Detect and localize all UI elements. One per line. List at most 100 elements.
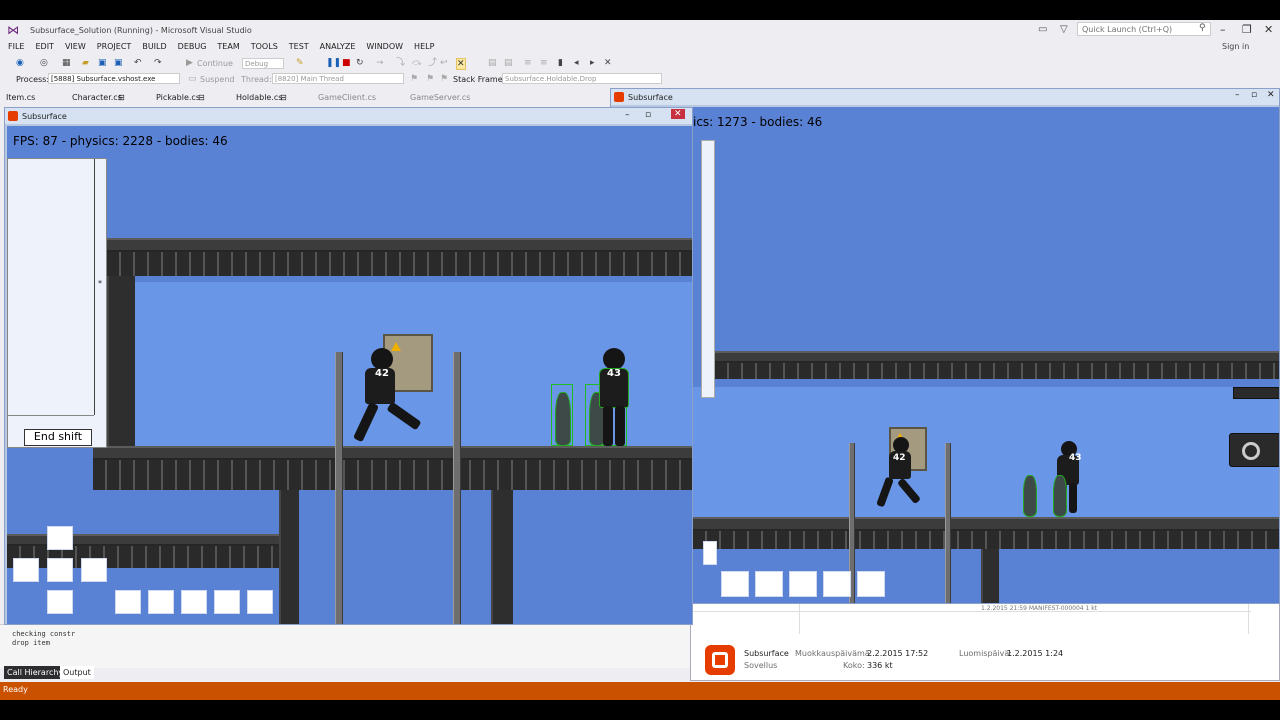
enemy-character-left[interactable]: 43: [591, 348, 637, 446]
menu-tools[interactable]: TOOLS: [251, 40, 284, 54]
tab-item-cs[interactable]: Item.cs: [6, 93, 35, 105]
tab-holdable-pin-icon[interactable]: ⊟: [280, 93, 287, 105]
navigate-back-icon[interactable]: ◉: [16, 58, 24, 68]
menu-project[interactable]: PROJECT: [97, 40, 138, 54]
flag-all-icon[interactable]: ⚑: [426, 74, 434, 84]
menu-team[interactable]: TEAM: [217, 40, 245, 54]
tab-character-pin-icon[interactable]: ⊟: [118, 93, 125, 105]
maximize-icon[interactable]: ❐: [1242, 23, 1252, 36]
inventory-slot[interactable]: [148, 590, 174, 614]
player-character-left[interactable]: 42: [351, 348, 435, 448]
inventory-slot[interactable]: [789, 571, 817, 597]
maximize-icon[interactable]: ▫: [645, 110, 651, 120]
continue-button[interactable]: Continue: [197, 59, 233, 68]
flag-icon[interactable]: ⚑: [440, 74, 448, 84]
menu-help[interactable]: HELP: [414, 40, 440, 54]
tab-holdable-cs[interactable]: Holdable.cs: [236, 93, 282, 105]
oxygen-tank-item[interactable]: [1053, 475, 1067, 517]
process-dropdown[interactable]: [5888] Subsurface.vshost.exe: [48, 73, 180, 84]
undo-icon[interactable]: ↶: [134, 58, 142, 68]
stack-frame-dropdown[interactable]: Subsurface.Holdable.Drop: [502, 73, 662, 84]
step-over-icon[interactable]: ⤼: [412, 58, 422, 68]
tab-call-hierarchy[interactable]: Call Hierarchy: [4, 666, 67, 679]
menu-analyze[interactable]: ANALYZE: [320, 40, 362, 54]
show-next-statement-icon[interactable]: →: [376, 58, 384, 68]
oxygen-tank-item[interactable]: [555, 392, 571, 446]
menu-view[interactable]: VIEW: [65, 40, 92, 54]
bookmark-icon[interactable]: ▮: [558, 58, 563, 68]
menu-build[interactable]: BUILD: [142, 40, 172, 54]
solution-config-dropdown[interactable]: Debug: [242, 58, 284, 69]
thread-dropdown[interactable]: [8820] Main Thread: [272, 73, 404, 84]
attach-icon[interactable]: ✎: [296, 58, 304, 68]
menu-edit[interactable]: EDIT: [35, 40, 59, 54]
search-icon[interactable]: ⚲: [1199, 23, 1206, 33]
inventory-slot[interactable]: [247, 590, 273, 614]
inventory-slot[interactable]: [181, 590, 207, 614]
inventory-slot[interactable]: [703, 541, 717, 565]
restart-icon[interactable]: ↻: [356, 58, 364, 68]
tab-gameserver-cs[interactable]: GameServer.cs: [410, 93, 470, 105]
bookmark-clear-icon[interactable]: ✕: [604, 58, 612, 68]
inventory-slot[interactable]: [823, 571, 851, 597]
minimize-icon[interactable]: –: [1220, 23, 1226, 36]
menu-file[interactable]: FILE: [8, 40, 30, 54]
open-file-icon[interactable]: ▰: [82, 58, 89, 68]
close-icon[interactable]: ✕: [1264, 23, 1273, 36]
inventory-slot-head[interactable]: [47, 526, 73, 550]
sign-in-link[interactable]: Sign in: [1222, 42, 1249, 51]
close-icon[interactable]: ✕: [1267, 90, 1275, 100]
inventory-slot[interactable]: [214, 590, 240, 614]
minimize-icon[interactable]: –: [1235, 90, 1240, 100]
player-character-right[interactable]: 42: [875, 437, 935, 517]
game-window-right[interactable]: Subsurface – ▫ ✕ ics: 1273 - bodies: 46 …: [610, 88, 1280, 604]
game-viewport-left[interactable]: FPS: 87 - physics: 2228 - bodies: 46 42: [7, 126, 692, 624]
game-viewport-right[interactable]: ics: 1273 - bodies: 46 42 43: [613, 107, 1279, 603]
pause-icon[interactable]: ❚❚: [326, 58, 341, 68]
stop-icon[interactable]: ■: [342, 58, 351, 68]
flag-thread-icon[interactable]: ⚑: [410, 74, 418, 84]
quick-launch-input[interactable]: Quick Launch (Ctrl+Q): [1077, 22, 1211, 36]
menu-debug[interactable]: DEBUG: [178, 40, 213, 54]
menu-test[interactable]: TEST: [289, 40, 315, 54]
oxygen-tank-item[interactable]: [1023, 475, 1037, 517]
inventory-slot-body[interactable]: [47, 558, 73, 582]
hex-toggle-icon[interactable]: ✕: [456, 58, 466, 70]
save-all-icon[interactable]: ▣: [114, 58, 123, 68]
inventory-slot-left-hand[interactable]: [13, 558, 39, 582]
tab-gameclient-cs[interactable]: GameClient.cs: [318, 93, 376, 105]
navigate-forward-icon[interactable]: ◎: [40, 58, 48, 68]
inventory-slot[interactable]: [755, 571, 783, 597]
step-back-icon[interactable]: ↩: [440, 58, 448, 68]
tab-pickable-cs[interactable]: Pickable.cs: [156, 93, 200, 105]
layout2-icon[interactable]: ▤: [504, 58, 513, 68]
save-icon[interactable]: ▣: [98, 58, 107, 68]
bookmark-prev-icon[interactable]: ◂: [574, 58, 579, 68]
filter-icon[interactable]: ▽: [1060, 24, 1068, 35]
comment-icon[interactable]: ≡: [524, 58, 532, 68]
tab-character-cs[interactable]: Character.cs: [72, 93, 122, 105]
uncomment-icon[interactable]: ≡: [540, 58, 548, 68]
redo-icon[interactable]: ↷: [154, 58, 162, 68]
new-project-icon[interactable]: ▦: [62, 58, 71, 68]
close-icon[interactable]: ✕: [671, 109, 685, 119]
step-into-icon[interactable]: ⤵: [396, 58, 405, 68]
tab-pickable-pin-icon[interactable]: ⊟: [198, 93, 205, 105]
inventory-slot-right-hand[interactable]: [81, 558, 107, 582]
inventory-slot-legs[interactable]: [47, 590, 73, 614]
step-out-icon[interactable]: ⤴: [428, 58, 437, 68]
suspend-button[interactable]: Suspend: [200, 75, 234, 84]
inventory-slot[interactable]: [857, 571, 885, 597]
lifecycle-icon[interactable]: ▭: [188, 74, 197, 84]
inventory-slot[interactable]: [721, 571, 749, 597]
feedback-icon[interactable]: ▭: [1038, 24, 1047, 35]
maximize-icon[interactable]: ▫: [1251, 90, 1257, 100]
tab-output[interactable]: Output: [60, 666, 94, 679]
inventory-slot[interactable]: [115, 590, 141, 614]
game-window-left[interactable]: Subsurface – ▫ ✕ FPS: 87 - physics: 2228…: [4, 107, 693, 625]
menu-window[interactable]: WINDOW: [366, 40, 409, 54]
end-shift-button[interactable]: End shift: [24, 429, 92, 446]
continue-icon[interactable]: ▶: [186, 58, 193, 68]
minimize-icon[interactable]: –: [625, 110, 630, 120]
layout-icon[interactable]: ▤: [488, 58, 497, 68]
